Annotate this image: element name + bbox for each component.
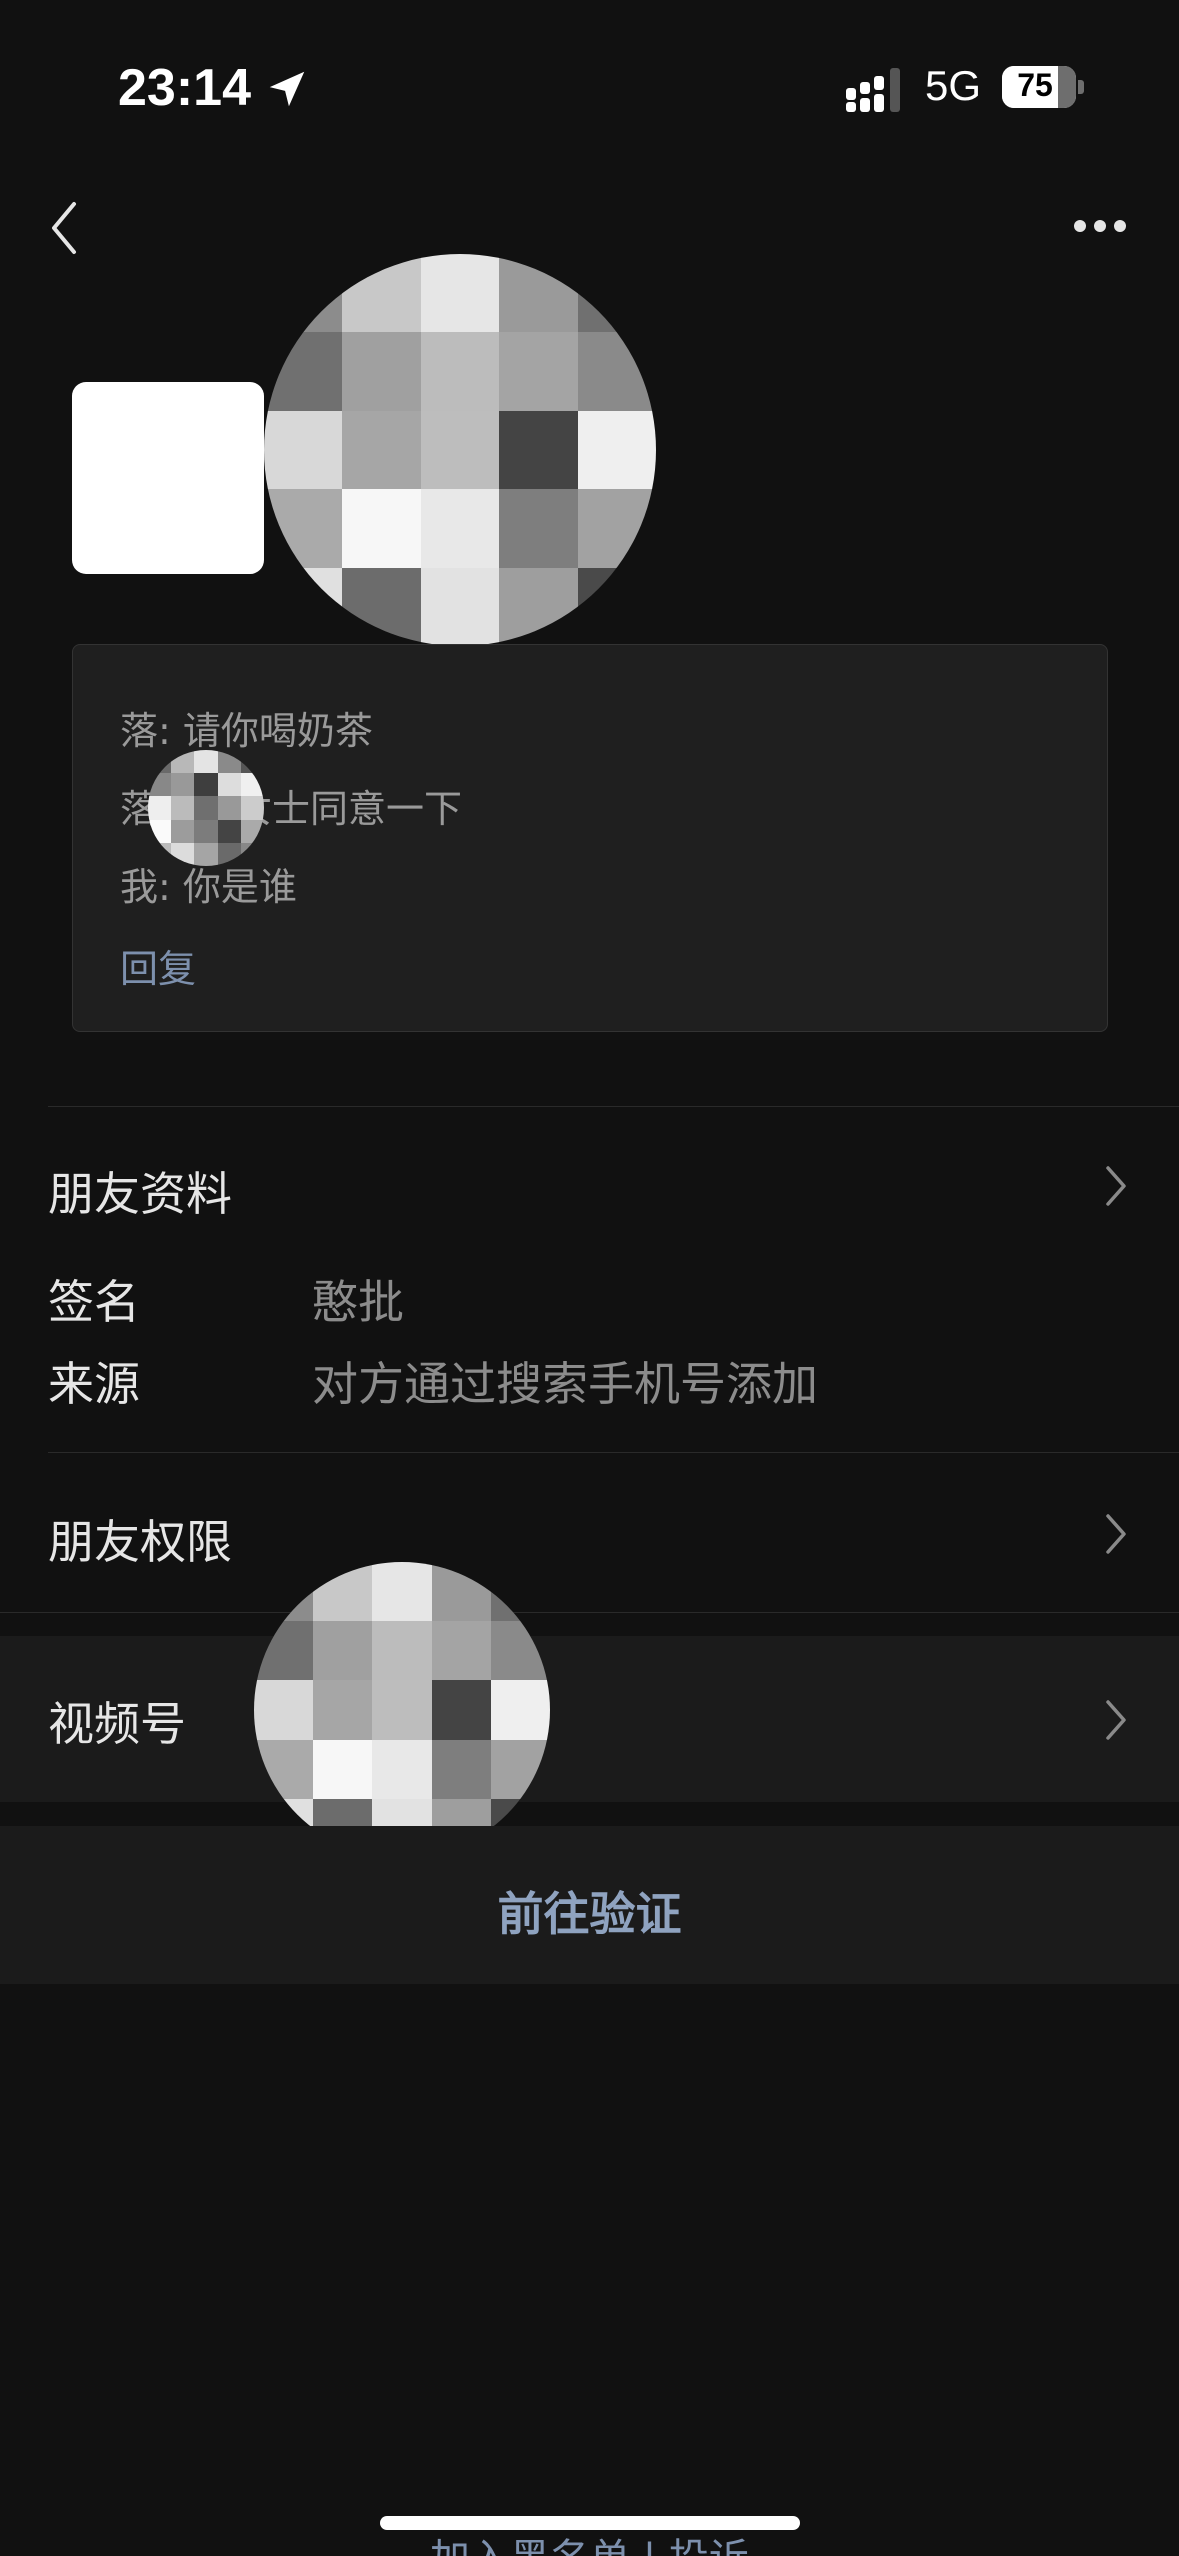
divider — [48, 1452, 1179, 1453]
status-time: 23:14 — [118, 59, 251, 117]
network-label: 5G — [925, 62, 982, 109]
verify-button[interactable]: 前往验证 — [0, 1878, 1179, 1944]
signature-value: 憨批 — [312, 1275, 404, 1329]
reply-link[interactable]: 回复 — [120, 938, 196, 993]
divider — [48, 1106, 1179, 1107]
message-line: 落: 请你喝奶茶 — [120, 709, 373, 753]
blacklist-report-links[interactable]: 加入黑名单 | 投诉 — [0, 2526, 1179, 2556]
friend-profile-title[interactable]: 朋友资料 — [48, 1158, 232, 1224]
signature-label: 签名 — [48, 1275, 140, 1329]
more-dots-icon[interactable] — [1072, 218, 1128, 234]
chevron-right-icon[interactable] — [1104, 1164, 1128, 1208]
divider — [0, 1612, 1179, 1613]
source-label: 来源 — [48, 1357, 140, 1411]
chevron-left-icon[interactable] — [46, 198, 82, 258]
chevron-right-icon[interactable] — [1104, 1512, 1128, 1556]
channels-title[interactable]: 视频号 — [48, 1688, 186, 1754]
location-arrow-icon — [269, 71, 305, 107]
pixelated-channel-overlay — [254, 1562, 550, 1858]
signal-icon — [846, 68, 900, 112]
avatar[interactable] — [72, 382, 264, 574]
chevron-right-icon[interactable] — [1104, 1698, 1128, 1742]
battery-percent: 75 — [1017, 67, 1053, 103]
battery-tip — [1078, 80, 1084, 94]
home-indicator — [380, 2516, 800, 2530]
source-value: 对方通过搜索手机号添加 — [312, 1357, 818, 1411]
pixelated-avatar-overlay — [264, 254, 656, 646]
battery-icon: 75 — [1002, 66, 1076, 108]
pixelated-name-overlay — [148, 750, 264, 866]
friend-permissions-title[interactable]: 朋友权限 — [48, 1506, 232, 1572]
